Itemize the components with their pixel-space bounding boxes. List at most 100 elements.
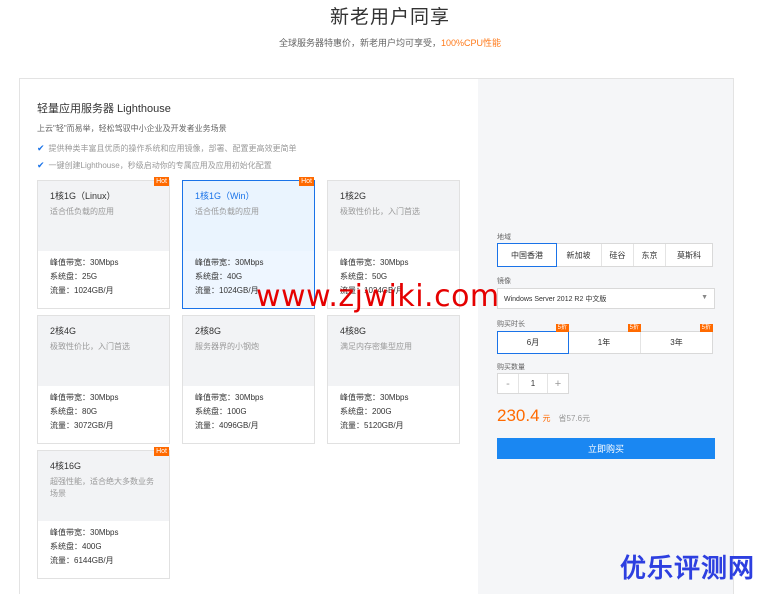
traffic-value: 1024GB/月 bbox=[74, 286, 114, 295]
price-display: 230.4 元 省57.6元 bbox=[497, 406, 590, 426]
traffic-value: 4096GB/月 bbox=[219, 421, 259, 430]
watermark-text: www.zjwiki.com bbox=[256, 279, 500, 314]
bandwidth-value: 30Mbps bbox=[235, 393, 264, 402]
plan-desc: 适合低负载的应用 bbox=[50, 207, 114, 216]
bandwidth-value: 30Mbps bbox=[90, 258, 119, 267]
traffic-label: 流量： bbox=[195, 421, 219, 430]
bandwidth-label: 峰值带宽： bbox=[50, 258, 90, 267]
site-logo: 优乐评测网 bbox=[620, 554, 756, 584]
disk-label: 系统盘： bbox=[50, 272, 82, 281]
plan-card[interactable]: 4核16G 超强性能，适合绝大多数业务场景 峰值带宽：30Mbps 系统盘：400… bbox=[37, 447, 170, 579]
plan-name: 4核8G bbox=[340, 326, 367, 336]
discount-badge: 5折 bbox=[555, 324, 569, 332]
bandwidth-label: 峰值带宽： bbox=[50, 393, 90, 402]
disk-value: 25G bbox=[82, 272, 98, 281]
plan-name: 1核2G bbox=[340, 191, 367, 201]
bandwidth-label: 峰值带宽： bbox=[340, 393, 380, 402]
quantity-stepper: - 1 + bbox=[497, 373, 569, 394]
feature-item: ✔ 提供种类丰富且优质的操作系统和应用镜像，部署、配置更高效更简单 bbox=[37, 143, 297, 154]
bandwidth-label: 峰值带宽： bbox=[340, 258, 380, 267]
feature-text: 一键创建Lighthouse，秒级启动你的专属应用及应用初始化配置 bbox=[48, 161, 272, 170]
feature-item: ✔ 一键创建Lighthouse，秒级启动你的专属应用及应用初始化配置 bbox=[37, 160, 272, 171]
region-option-singapore[interactable]: 新加坡 bbox=[556, 244, 602, 266]
bandwidth-value: 30Mbps bbox=[235, 258, 264, 267]
bandwidth-value: 30Mbps bbox=[90, 528, 119, 537]
disk-value: 40G bbox=[227, 272, 243, 281]
plan-specs: 峰值带宽：30Mbps 系统盘：200G 流量：5120GB/月 bbox=[328, 386, 459, 433]
plan-name: 1核1G（Win） bbox=[195, 191, 255, 201]
image-select-value: Windows Server 2012 R2 中文版 bbox=[504, 295, 607, 303]
check-icon: ✔ bbox=[37, 143, 45, 153]
disk-value: 200G bbox=[372, 407, 392, 416]
region-selector: 中国香港 新加坡 硅谷 东京 莫斯科 bbox=[497, 243, 713, 267]
feature-text: 提供种类丰富且优质的操作系统和应用镜像，部署、配置更高效更简单 bbox=[48, 144, 297, 153]
traffic-label: 流量： bbox=[340, 421, 364, 430]
price-unit: 元 bbox=[542, 414, 551, 423]
product-title: 轻量应用服务器 Lighthouse bbox=[37, 103, 171, 115]
duration-label: 购买时长 bbox=[497, 321, 525, 328]
traffic-label: 流量： bbox=[50, 556, 74, 565]
plan-specs: 峰值带宽：30Mbps 系统盘：400G 流量：6144GB/月 bbox=[38, 521, 169, 568]
disk-label: 系统盘： bbox=[195, 272, 227, 281]
traffic-value: 6144GB/月 bbox=[74, 556, 114, 565]
duration-label-text: 1年 bbox=[597, 338, 611, 347]
region-option-hongkong[interactable]: 中国香港 bbox=[497, 243, 557, 267]
region-label: 地域 bbox=[497, 234, 511, 241]
discount-badge: 5折 bbox=[699, 324, 713, 332]
plan-desc: 满足内存密集型应用 bbox=[340, 342, 412, 351]
bandwidth-value: 30Mbps bbox=[90, 393, 119, 402]
plan-specs: 峰值带宽：30Mbps 系统盘：80G 流量：3072GB/月 bbox=[38, 386, 169, 433]
hero-subtitle: 全球服务器特惠价，新老用户均可享受，100%CPU性能 bbox=[0, 36, 780, 49]
price-amount: 230.4 bbox=[497, 406, 540, 425]
buy-now-button[interactable]: 立即购买 bbox=[497, 438, 715, 459]
disk-label: 系统盘： bbox=[50, 542, 82, 551]
plan-name: 4核16G bbox=[50, 461, 82, 471]
duration-option-6m[interactable]: 6月 5折 bbox=[497, 324, 569, 354]
check-icon: ✔ bbox=[37, 160, 45, 170]
duration-option-1y[interactable]: 1年 5折 bbox=[568, 324, 641, 353]
disk-value: 80G bbox=[82, 407, 98, 416]
region-option-moscow[interactable]: 莫斯科 bbox=[666, 244, 712, 266]
plan-card[interactable]: 1核1G（Linux） 适合低负载的应用 峰值带宽：30Mbps 系统盘：25G … bbox=[37, 177, 170, 309]
region-option-tokyo[interactable]: 东京 bbox=[634, 244, 666, 266]
discount-badge: 5折 bbox=[627, 324, 641, 332]
plan-name: 2核4G bbox=[50, 326, 77, 336]
plan-card[interactable]: 2核8G 服务器界的小钢炮 峰值带宽：30Mbps 系统盘：100G 流量：409… bbox=[182, 315, 315, 444]
product-tagline: 上云"轻"而易举，轻松驾驭中小企业及开发者业务场景 bbox=[37, 124, 227, 133]
plan-specs: 峰值带宽：30Mbps 系统盘：100G 流量：4096GB/月 bbox=[183, 386, 314, 433]
traffic-value: 3072GB/月 bbox=[74, 421, 114, 430]
plan-card[interactable]: 2核4G 极致性价比，入门首选 峰值带宽：30Mbps 系统盘：80G 流量：30… bbox=[37, 315, 170, 444]
image-select[interactable]: Windows Server 2012 R2 中文版 ▼ bbox=[497, 288, 715, 309]
hot-badge: Hot bbox=[154, 177, 169, 186]
bandwidth-label: 峰值带宽： bbox=[195, 393, 235, 402]
disk-value: 100G bbox=[227, 407, 247, 416]
plan-desc: 极致性价比，入门首选 bbox=[50, 342, 130, 351]
hot-badge: Hot bbox=[299, 177, 314, 186]
duration-option-3y[interactable]: 3年 5折 bbox=[641, 324, 713, 353]
disk-value: 400G bbox=[82, 542, 102, 551]
plan-desc: 适合低负载的应用 bbox=[195, 207, 259, 216]
plan-desc: 超强性能，适合绝大多数业务场景 bbox=[50, 477, 154, 498]
disk-label: 系统盘： bbox=[195, 407, 227, 416]
hero-title: 新老用户同享 bbox=[329, 7, 450, 28]
quantity-value[interactable]: 1 bbox=[518, 374, 548, 393]
chevron-down-icon: ▼ bbox=[701, 294, 708, 301]
hot-badge: Hot bbox=[154, 447, 169, 456]
bandwidth-label: 峰值带宽： bbox=[50, 528, 90, 537]
promo-page: 新老用户同享 全球服务器特惠价，新老用户均可享受，100%CPU性能 轻量应用服… bbox=[0, 0, 780, 594]
region-option-siliconvalley[interactable]: 硅谷 bbox=[602, 244, 634, 266]
plus-button[interactable]: + bbox=[548, 374, 568, 393]
hero-subtitle-text: 全球服务器特惠价，新老用户均可享受， bbox=[278, 38, 441, 48]
plan-name: 1核1G（Linux） bbox=[50, 191, 116, 201]
traffic-label: 流量： bbox=[50, 421, 74, 430]
traffic-value: 1024GB/月 bbox=[219, 286, 259, 295]
plan-name: 2核8G bbox=[195, 326, 222, 336]
quantity-label: 购买数量 bbox=[497, 364, 525, 371]
plan-desc: 极致性价比，入门首选 bbox=[340, 207, 420, 216]
minus-button[interactable]: - bbox=[498, 374, 518, 393]
plan-card[interactable]: 4核8G 满足内存密集型应用 峰值带宽：30Mbps 系统盘：200G 流量：51… bbox=[327, 315, 460, 444]
hero-subtitle-highlight: 100%CPU性能 bbox=[440, 38, 502, 48]
bandwidth-value: 30Mbps bbox=[380, 258, 409, 267]
bandwidth-value: 30Mbps bbox=[380, 393, 409, 402]
disk-label: 系统盘： bbox=[50, 407, 82, 416]
